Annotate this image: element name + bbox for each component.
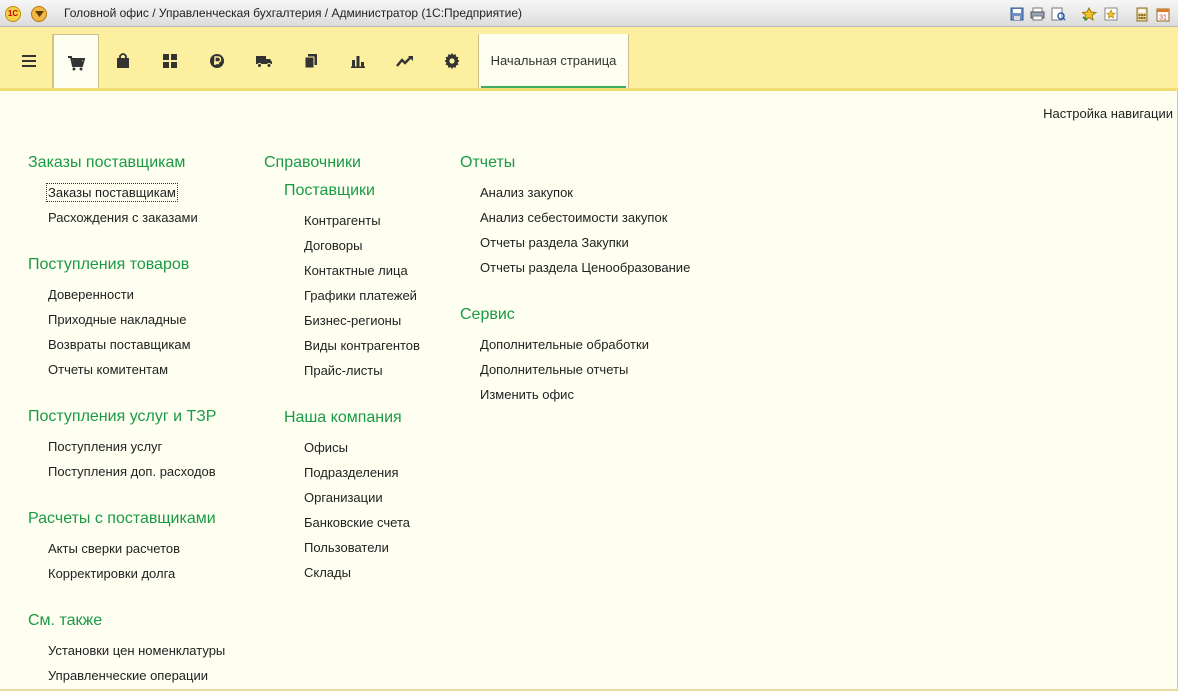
navigation-settings-link[interactable]: Настройка навигации (1043, 106, 1173, 121)
nav-link[interactable]: Отчеты раздела Ценообразование (480, 260, 690, 275)
tab-home-page-label: Начальная страница (490, 53, 617, 68)
group-title: Поступления услуг и ТЗР (28, 408, 217, 425)
group-title: Отчеты (460, 154, 516, 171)
trend-icon[interactable] (382, 34, 428, 88)
nav-link[interactable]: Офисы (304, 440, 348, 455)
cart-icon[interactable] (53, 34, 99, 90)
nav-link[interactable]: Анализ себестоимости закупок (480, 210, 667, 225)
group-title: Сервис (460, 306, 515, 323)
nav-link[interactable]: Акты сверки расчетов (48, 541, 180, 556)
nav-link[interactable]: Управленческие операции (48, 668, 208, 683)
app-logo-icon[interactable]: 1С (5, 6, 21, 22)
group-title: Поступления товаров (28, 256, 190, 273)
nav-link[interactable]: Виды контрагентов (304, 338, 420, 353)
print-preview-icon[interactable] (1049, 5, 1068, 23)
svg-text:31: 31 (1159, 14, 1167, 21)
titlebar-toolbar: 31 (1007, 5, 1172, 23)
nav-link[interactable]: Бизнес-регионы (304, 313, 401, 328)
nav-link[interactable]: Договоры (304, 238, 362, 253)
menu-icon[interactable] (6, 34, 53, 88)
nav-link[interactable]: Приходные накладные (48, 312, 186, 327)
toolbar-strip (0, 88, 1178, 91)
documents-icon[interactable] (288, 34, 334, 88)
nav-link[interactable]: Отчеты раздела Закупки (480, 235, 629, 250)
group-title: Заказы поставщикам (28, 154, 186, 171)
window-title: Головной офис / Управленческая бухгалтер… (64, 6, 523, 20)
sections-panel: Начальная страница (0, 27, 1178, 90)
favorite-icon[interactable] (1101, 5, 1120, 23)
nav-link[interactable]: Банковские счета (304, 515, 410, 530)
nav-link[interactable]: Возвраты поставщикам (48, 337, 191, 352)
nav-link[interactable]: Анализ закупок (480, 185, 573, 200)
nav-link[interactable]: Прайс-листы (304, 363, 383, 378)
window-titlebar: 1С Головной офис / Управленческая бухгал… (0, 0, 1178, 27)
nav-link[interactable]: Подразделения (304, 465, 399, 480)
nav-link[interactable]: Расхождения с заказами (48, 210, 198, 225)
grid-icon[interactable] (147, 34, 193, 88)
nav-link[interactable]: Пользователи (304, 540, 389, 555)
group-title: Поставщики (284, 182, 375, 199)
nav-link[interactable]: Отчеты комитентам (48, 362, 168, 377)
nav-link[interactable]: Корректировки долга (48, 566, 175, 581)
group-title: См. также (28, 612, 103, 629)
nav-link[interactable]: Установки цен номенклатуры (48, 643, 225, 658)
group-title: Наша компания (284, 409, 402, 426)
nav-link[interactable]: Контактные лица (304, 263, 408, 278)
calendar-icon[interactable]: 31 (1153, 5, 1172, 23)
nav-link[interactable]: Доверенности (48, 287, 134, 302)
save-icon[interactable] (1007, 5, 1026, 23)
gear-icon[interactable] (429, 34, 475, 88)
tab-home-page[interactable]: Начальная страница (478, 34, 629, 89)
print-icon[interactable] (1028, 5, 1047, 23)
group-title: Расчеты с поставщиками (28, 510, 216, 527)
nav-link[interactable]: Дополнительные отчеты (480, 362, 628, 377)
nav-link[interactable]: Поступления услуг (48, 439, 162, 454)
nav-link[interactable]: Графики платежей (304, 288, 417, 303)
nav-link[interactable]: Изменить офис (480, 387, 574, 402)
main-menu-icon[interactable] (31, 6, 47, 22)
column-title: Справочники (264, 154, 361, 171)
nav-link[interactable]: Склады (304, 565, 351, 580)
back-icon[interactable] (1080, 5, 1099, 23)
nav-link[interactable]: Заказы поставщикам (46, 183, 178, 202)
calculator-icon[interactable] (1132, 5, 1151, 23)
shopping-bag-icon[interactable] (100, 34, 146, 88)
ruble-icon[interactable] (194, 34, 240, 88)
bar-chart-icon[interactable] (335, 34, 381, 88)
nav-link[interactable]: Поступления доп. расходов (48, 464, 216, 479)
nav-link[interactable]: Контрагенты (304, 213, 381, 228)
nav-link[interactable]: Дополнительные обработки (480, 337, 649, 352)
truck-icon[interactable] (241, 34, 287, 88)
nav-link[interactable]: Организации (304, 490, 383, 505)
